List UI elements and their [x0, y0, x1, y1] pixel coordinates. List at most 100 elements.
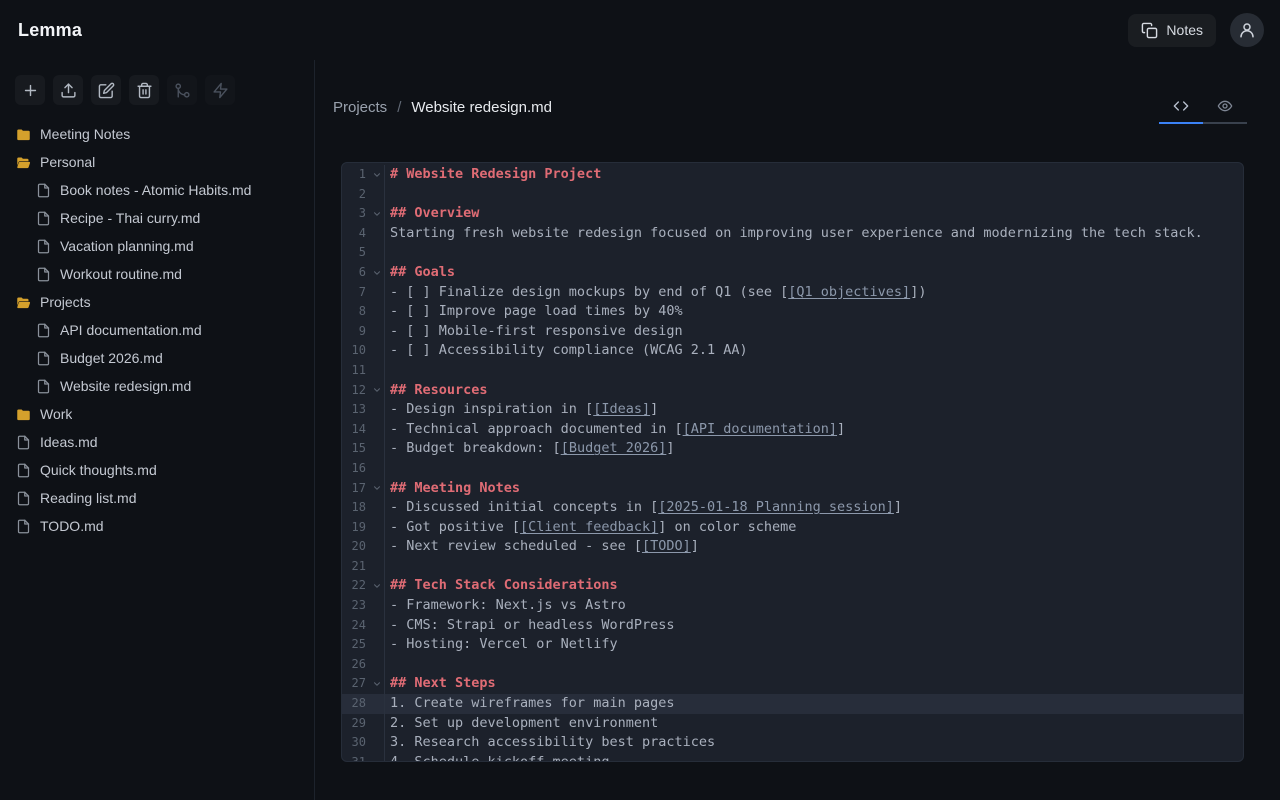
editor-line-8[interactable]: 8- [ ] Improve page load times by 40% [342, 302, 1243, 322]
fold-chevron-icon[interactable] [370, 479, 384, 499]
fold-chevron-icon[interactable] [370, 674, 384, 694]
code-text: ] [666, 440, 674, 456]
fold-chevron-icon[interactable] [370, 165, 384, 185]
tree-file-book-notes-atomic-habits-md[interactable]: Book notes - Atomic Habits.md [8, 176, 306, 204]
tree-file-website-redesign-md[interactable]: Website redesign.md [8, 372, 306, 400]
delete-button[interactable] [129, 75, 159, 105]
file-icon [16, 491, 31, 506]
editor-line-17[interactable]: 17## Meeting Notes [342, 479, 1243, 499]
editor-line-11[interactable]: 11 [342, 361, 1243, 381]
editor-line-2[interactable]: 2 [342, 185, 1243, 205]
fold-chevron-icon[interactable] [370, 263, 384, 283]
line-number: 16 [342, 459, 370, 479]
tree-file-reading-list-md[interactable]: Reading list.md [8, 484, 306, 512]
avatar-button[interactable] [1230, 13, 1264, 47]
code-content: - [ ] Accessibility compliance (WCAG 2.1… [384, 341, 1243, 361]
fold-gutter-spacer [370, 616, 384, 636]
main-header: Projects / Website redesign.md [315, 60, 1280, 124]
tree-file-workout-routine-md[interactable]: Workout routine.md [8, 260, 306, 288]
fold-chevron-icon[interactable] [370, 381, 384, 401]
editor-line-27[interactable]: 27## Next Steps [342, 674, 1243, 694]
line-number: 14 [342, 420, 370, 440]
editor-line-29[interactable]: 292. Set up development environment [342, 714, 1243, 734]
editor-line-23[interactable]: 23- Framework: Next.js vs Astro [342, 596, 1243, 616]
tree-folder-work[interactable]: Work [8, 400, 306, 428]
editor-line-19[interactable]: 19- Got positive [[Client feedback]] on … [342, 518, 1243, 538]
tree-file-vacation-planning-md[interactable]: Vacation planning.md [8, 232, 306, 260]
editor-line-12[interactable]: 12## Resources [342, 381, 1243, 401]
editor-line-15[interactable]: 15- Budget breakdown: [[Budget 2026]] [342, 439, 1243, 459]
top-bar-actions: Notes [1128, 13, 1264, 47]
heading-text: ## Next Steps [390, 675, 496, 691]
editor-line-25[interactable]: 25- Hosting: Vercel or Netlify [342, 635, 1243, 655]
code-text: - Next review scheduled - see [ [390, 538, 642, 554]
editor-line-21[interactable]: 21 [342, 557, 1243, 577]
view-tab-source[interactable] [1159, 90, 1203, 124]
top-bar: Lemma Notes [0, 0, 1280, 60]
fold-chevron-icon[interactable] [370, 576, 384, 596]
wiki-link[interactable]: [Budget 2026] [561, 440, 667, 456]
editor-line-24[interactable]: 24- CMS: Strapi or headless WordPress [342, 616, 1243, 636]
wiki-link[interactable]: [Q1 objectives] [788, 284, 910, 300]
editor-line-16[interactable]: 16 [342, 459, 1243, 479]
upload-button[interactable] [53, 75, 83, 105]
markdown-editor[interactable]: 1# Website Redesign Project23## Overview… [341, 162, 1244, 762]
fold-chevron-icon[interactable] [370, 204, 384, 224]
editor-line-4[interactable]: 4Starting fresh website redesign focused… [342, 224, 1243, 244]
editor-line-13[interactable]: 13- Design inspiration in [[Ideas]] [342, 400, 1243, 420]
tree-folder-projects[interactable]: Projects [8, 288, 306, 316]
line-number: 28 [342, 694, 370, 714]
editor-line-28[interactable]: 28 1. Create wireframes for main pages [342, 694, 1243, 714]
code-text: - [ ] Improve page load times by 40% [390, 303, 683, 319]
editor-line-31[interactable]: 314. Schedule kickoff meeting [342, 753, 1243, 762]
editor-line-22[interactable]: 22## Tech Stack Considerations [342, 576, 1243, 596]
code-content: - [ ] Finalize design mockups by end of … [384, 283, 1243, 303]
wiki-link[interactable]: [Ideas] [593, 401, 650, 417]
breadcrumb-parent[interactable]: Projects [333, 99, 387, 116]
wiki-link[interactable]: [Client feedback] [520, 519, 658, 535]
editor-line-26[interactable]: 26 [342, 655, 1243, 675]
editor-line-6[interactable]: 6## Goals [342, 263, 1243, 283]
editor-line-30[interactable]: 303. Research accessibility best practic… [342, 733, 1243, 753]
chevron-down-icon [372, 679, 382, 689]
file-icon [36, 267, 51, 282]
merge-button[interactable] [167, 75, 197, 105]
editor-line-9[interactable]: 9- [ ] Mobile-first responsive design [342, 322, 1243, 342]
code-content: ## Tech Stack Considerations [384, 576, 1243, 596]
tree-file-recipe-thai-curry-md[interactable]: Recipe - Thai curry.md [8, 204, 306, 232]
editor-line-5[interactable]: 5 [342, 243, 1243, 263]
edit-button[interactable] [91, 75, 121, 105]
line-number: 1 [342, 165, 370, 185]
code-content: 4. Schedule kickoff meeting [384, 753, 1243, 762]
view-tab-preview[interactable] [1203, 90, 1247, 124]
editor-line-18[interactable]: 18- Discussed initial concepts in [[2025… [342, 498, 1243, 518]
editor-line-14[interactable]: 14- Technical approach documented in [[A… [342, 420, 1243, 440]
editor-line-3[interactable]: 3## Overview [342, 204, 1243, 224]
tree-file-budget-2026-md[interactable]: Budget 2026.md [8, 344, 306, 372]
tree-file-api-documentation-md[interactable]: API documentation.md [8, 316, 306, 344]
editor-line-10[interactable]: 10- [ ] Accessibility compliance (WCAG 2… [342, 341, 1243, 361]
tree-item-label: Reading list.md [40, 490, 137, 506]
line-number: 3 [342, 204, 370, 224]
code-content [384, 557, 1243, 577]
wiki-link[interactable]: [TODO] [642, 538, 691, 554]
tree-folder-personal[interactable]: Personal [8, 148, 306, 176]
line-number: 24 [342, 616, 370, 636]
editor-line-7[interactable]: 7- [ ] Finalize design mockups by end of… [342, 283, 1243, 303]
main-panel: Projects / Website redesign.md 1# Websit… [315, 60, 1280, 800]
tree-file-todo-md[interactable]: TODO.md [8, 512, 306, 540]
editor-line-1[interactable]: 1# Website Redesign Project [342, 165, 1243, 185]
new-note-button[interactable] [15, 75, 45, 105]
wiki-link[interactable]: [2025-01-18 Planning session] [658, 499, 894, 515]
tree-file-quick-thoughts-md[interactable]: Quick thoughts.md [8, 456, 306, 484]
wiki-link[interactable]: [API documentation] [683, 421, 837, 437]
line-number: 13 [342, 400, 370, 420]
fold-gutter-spacer [370, 322, 384, 342]
code-content: 1. Create wireframes for main pages [384, 694, 1243, 714]
tree-file-ideas-md[interactable]: Ideas.md [8, 428, 306, 456]
actions-button[interactable] [205, 75, 235, 105]
notes-button[interactable]: Notes [1128, 14, 1216, 47]
tree-folder-meeting-notes[interactable]: Meeting Notes [8, 120, 306, 148]
editor-line-20[interactable]: 20- Next review scheduled - see [[TODO]] [342, 537, 1243, 557]
fold-gutter-spacer [370, 537, 384, 557]
